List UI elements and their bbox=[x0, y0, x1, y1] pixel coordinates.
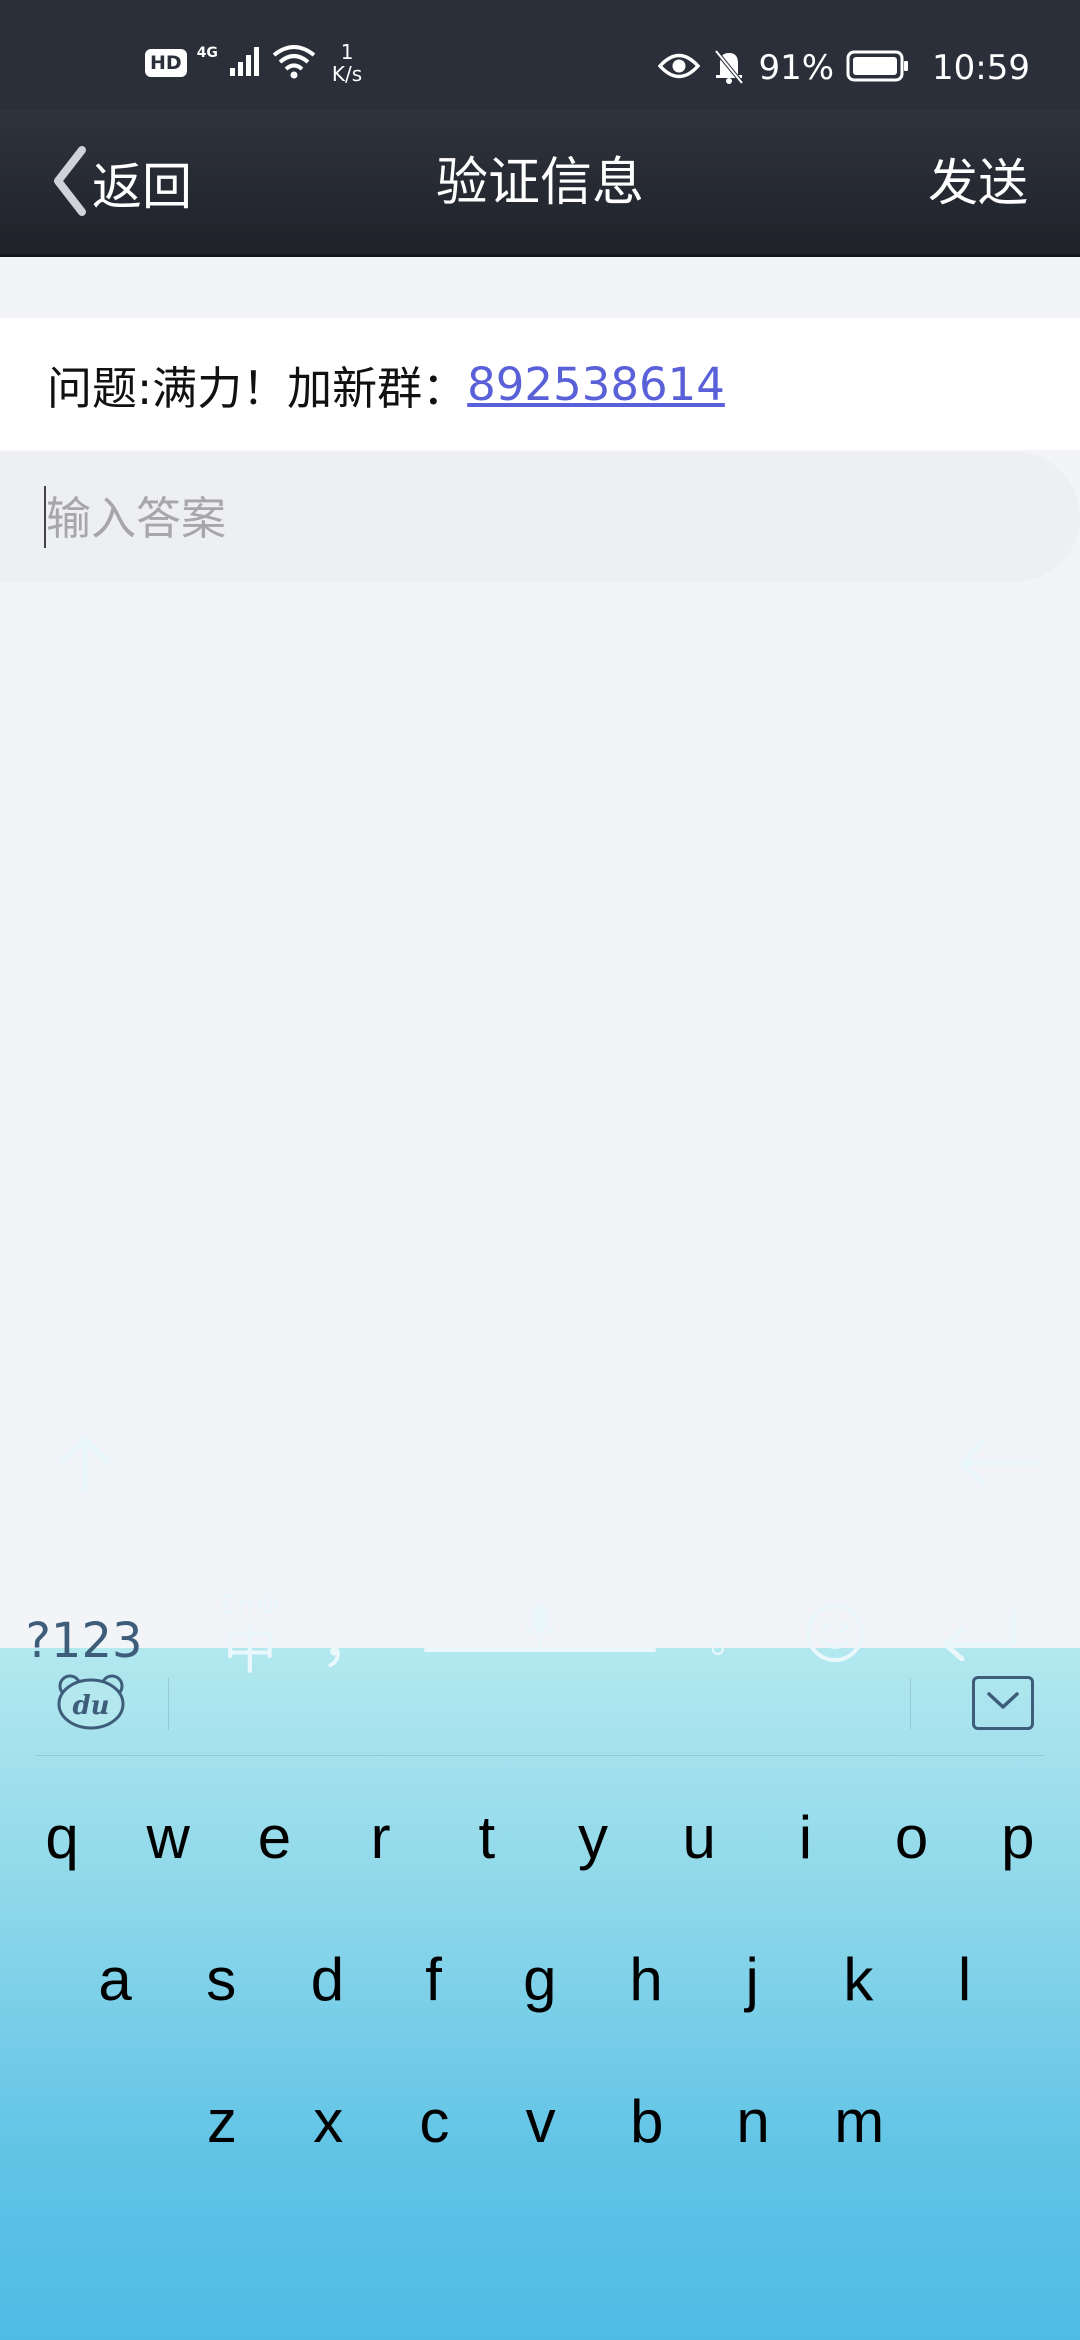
period-key[interactable]: 。 bbox=[685, 1580, 775, 1690]
answer-input[interactable] bbox=[44, 452, 1028, 584]
key-n[interactable]: n bbox=[708, 2077, 798, 2167]
hd-badge: HD bbox=[145, 49, 187, 77]
group-number-link[interactable]: 892538614 bbox=[467, 358, 725, 411]
eye-icon bbox=[658, 51, 701, 85]
key-c[interactable]: c bbox=[389, 2077, 479, 2167]
status-bar: HD 4G 1 K/s 91% 10:59 bbox=[0, 0, 1080, 110]
text-cursor bbox=[44, 486, 46, 548]
svg-text:du: du bbox=[72, 1691, 109, 1721]
space-key[interactable] bbox=[424, 1580, 656, 1690]
key-d[interactable]: d bbox=[282, 1935, 372, 2025]
shift-key[interactable] bbox=[40, 1420, 130, 1510]
battery-percent: 91% bbox=[758, 48, 835, 88]
key-a[interactable]: a bbox=[70, 1935, 160, 2025]
key-t[interactable]: t bbox=[442, 1793, 532, 1883]
key-u[interactable]: u bbox=[654, 1793, 744, 1883]
key-q[interactable]: q bbox=[17, 1793, 107, 1883]
language-switch-key[interactable]: En 中 bbox=[190, 1570, 310, 1700]
status-right: 91% 10:59 bbox=[658, 38, 1030, 98]
emoji-key[interactable] bbox=[795, 1580, 875, 1690]
enter-arrow-icon bbox=[938, 1605, 1022, 1665]
arrow-up-icon bbox=[57, 1433, 113, 1497]
question-row: 问题:满力！加新群： 892538614 bbox=[0, 318, 1080, 450]
nav-bar: 返回 验证信息 发送 bbox=[0, 110, 1080, 257]
globe-icon bbox=[257, 1592, 279, 1618]
chevron-down-icon bbox=[986, 1691, 1020, 1715]
key-e[interactable]: e bbox=[229, 1793, 319, 1883]
network-speed: 1 K/s bbox=[332, 41, 362, 85]
key-l[interactable]: l bbox=[920, 1935, 1010, 2025]
lang-en-label: En bbox=[220, 1590, 254, 1620]
key-o[interactable]: o bbox=[867, 1793, 957, 1883]
status-left: HD 4G 1 K/s bbox=[145, 38, 362, 88]
key-i[interactable]: i bbox=[760, 1793, 850, 1883]
lang-zh-label: 中 bbox=[223, 1618, 277, 1681]
key-b[interactable]: b bbox=[602, 2077, 692, 2167]
backspace-arrow-icon bbox=[956, 1438, 1040, 1492]
key-x[interactable]: x bbox=[283, 2077, 373, 2167]
key-m[interactable]: m bbox=[814, 2077, 904, 2167]
key-r[interactable]: r bbox=[336, 1793, 426, 1883]
comma-key[interactable]: ， bbox=[305, 1575, 395, 1695]
signal-icon bbox=[228, 44, 262, 82]
key-g[interactable]: g bbox=[495, 1935, 585, 2025]
question-text: 问题:满力！加新群： bbox=[47, 361, 468, 415]
network-type: 4G bbox=[196, 45, 218, 61]
toolbar-separator bbox=[910, 1678, 911, 1730]
enter-key[interactable] bbox=[930, 1580, 1030, 1690]
delete-key[interactable] bbox=[948, 1420, 1048, 1510]
key-v[interactable]: v bbox=[496, 2077, 586, 2167]
key-w[interactable]: w bbox=[123, 1793, 213, 1883]
key-k[interactable]: k bbox=[813, 1935, 903, 2025]
speed-unit: K/s bbox=[331, 62, 363, 86]
speed-value: 1 bbox=[340, 40, 354, 64]
answer-field-container bbox=[0, 452, 1080, 584]
microphone-icon bbox=[424, 1598, 656, 1672]
key-j[interactable]: j bbox=[707, 1935, 797, 2025]
key-h[interactable]: h bbox=[601, 1935, 691, 2025]
battery-icon bbox=[846, 49, 910, 87]
clock: 10:59 bbox=[932, 48, 1030, 88]
toolbar-separator bbox=[168, 1678, 169, 1730]
lang-en-wrap: En bbox=[221, 1590, 280, 1620]
key-z[interactable]: z bbox=[177, 2077, 267, 2167]
page-title: 验证信息 bbox=[435, 153, 644, 213]
key-s[interactable]: s bbox=[176, 1935, 266, 2025]
send-button[interactable]: 发送 bbox=[928, 146, 1028, 220]
bell-muted-icon bbox=[712, 47, 746, 89]
wifi-icon bbox=[272, 43, 316, 83]
key-y[interactable]: y bbox=[548, 1793, 638, 1883]
numbers-key[interactable]: ?123 bbox=[24, 1596, 144, 1686]
toolbar-divider bbox=[36, 1755, 1044, 1756]
smiley-wink-icon bbox=[804, 1602, 866, 1668]
key-f[interactable]: f bbox=[389, 1935, 479, 2025]
key-p[interactable]: p bbox=[973, 1793, 1063, 1883]
